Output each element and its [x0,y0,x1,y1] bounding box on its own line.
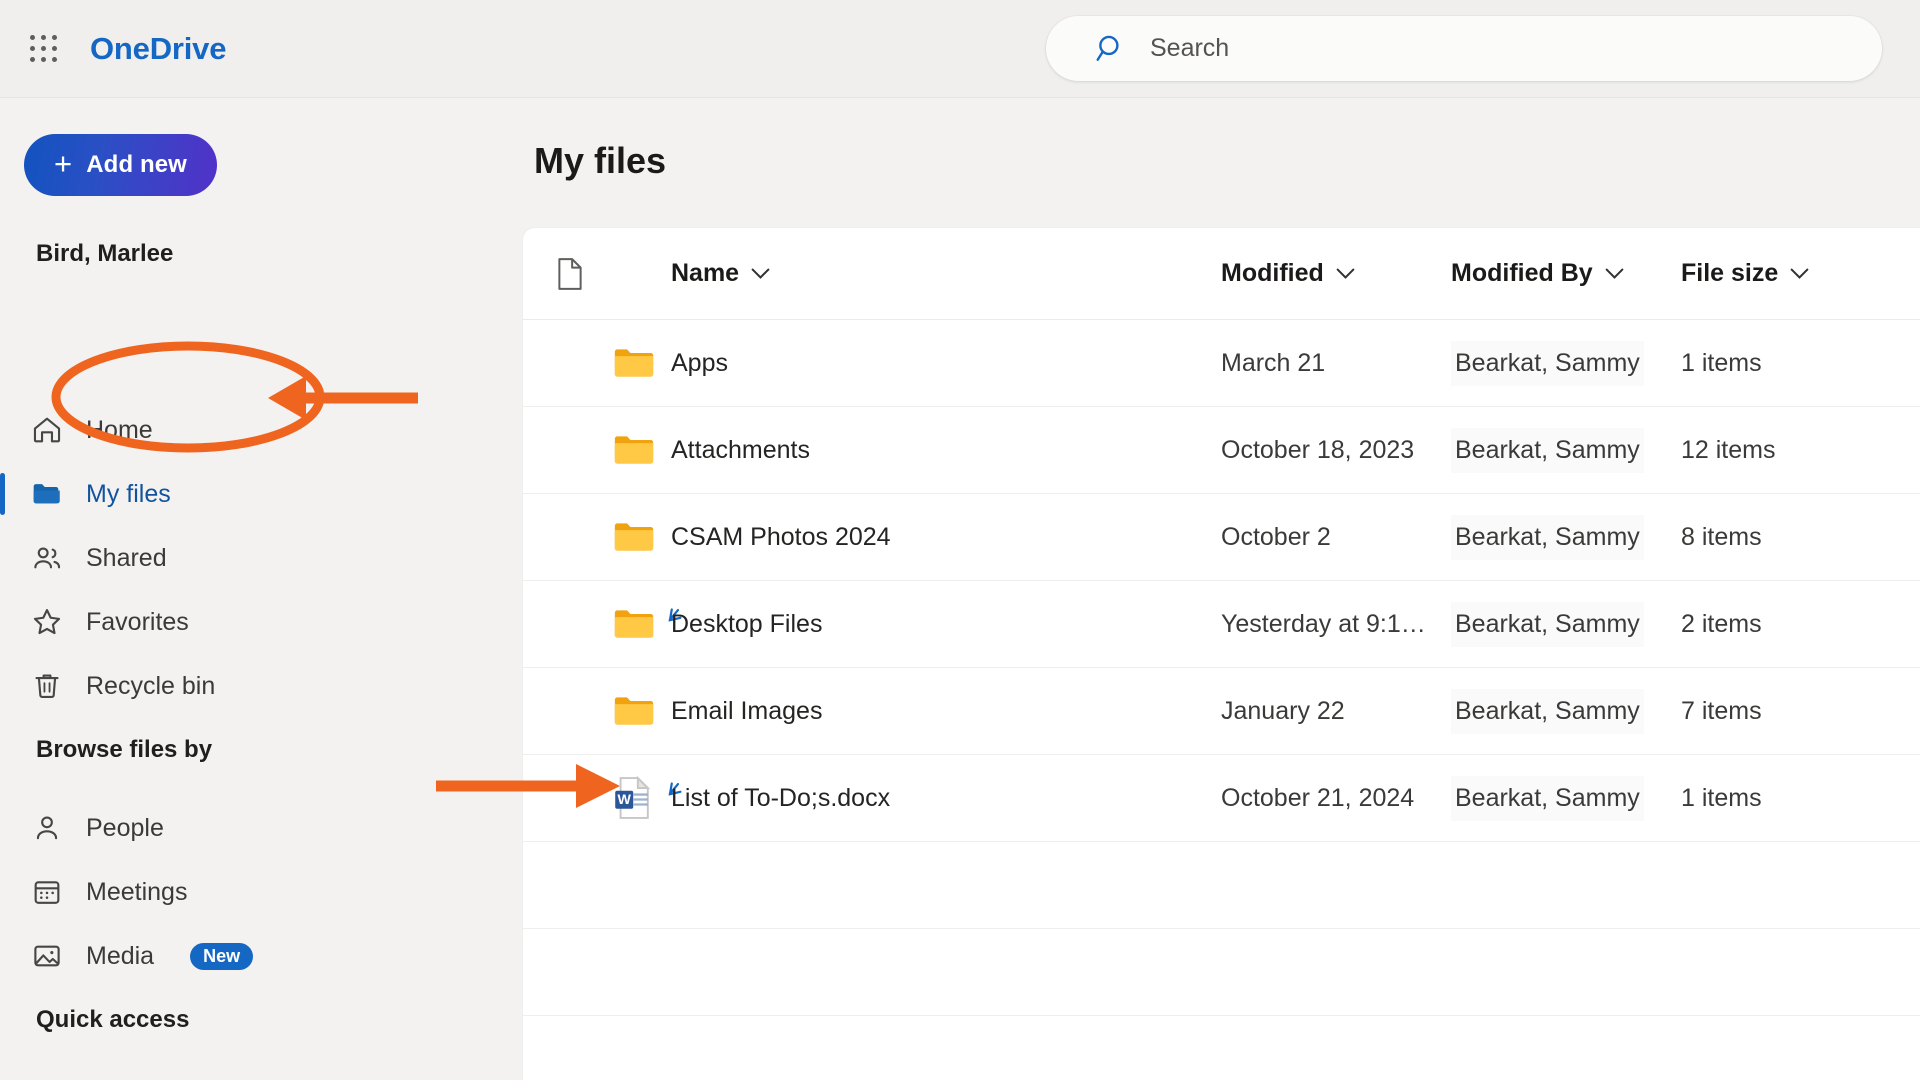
plus-icon: + [54,148,72,179]
app-launcher-icon[interactable] [22,27,66,71]
sidebar-item-label: Media [86,942,154,971]
table-row[interactable]: CSAM Photos 2024 October 2 Bearkat, Samm… [523,494,1920,581]
modified-date: January 22 [1221,697,1345,726]
file-size: 1 items [1681,349,1762,378]
file-name: Apps [671,349,728,378]
sidebar-item-home[interactable]: Home [30,402,450,458]
page-title: My files [534,140,666,182]
modified-date: October 21, 2024 [1221,784,1414,813]
sidebar-item-label: My files [86,480,171,509]
home-icon [30,413,64,447]
sidebar-item-label: People [86,814,164,843]
modified-by: Bearkat, Sammy [1451,602,1644,647]
sidebar-item-label: Meetings [86,878,187,907]
file-name: CSAM Photos 2024 [671,523,891,552]
file-size: 1 items [1681,784,1762,813]
sidebar-item-shared[interactable]: Shared [30,530,450,586]
modified-date: Yesterday at 9:1… [1221,610,1426,639]
modified-by: Bearkat, Sammy [1451,341,1644,386]
quick-access-item-sei-av-team[interactable]: SEI AV Team [30,1070,490,1080]
column-header-file-size[interactable]: File size [1681,259,1809,288]
browse-files-by-heading: Browse files by [36,736,212,764]
modified-date: October 18, 2023 [1221,436,1414,465]
sidebar-item-label: Favorites [86,608,189,637]
person-icon [30,811,64,845]
file-name: List of To-Do;s.docx [671,784,890,813]
sidebar-item-recycle-bin[interactable]: Recycle bin [30,658,450,714]
file-name: Email Images [671,697,822,726]
file-size: 7 items [1681,697,1762,726]
account-name: Bird, Marlee [36,240,173,268]
sidebar-item-my-files[interactable]: My files [30,466,450,522]
table-row[interactable]: Desktop Files Yesterday at 9:1… Bearkat,… [523,581,1920,668]
folder-icon [611,340,657,386]
sidebar-item-people[interactable]: People [30,800,450,856]
chevron-down-icon [751,268,770,279]
table-row[interactable]: Attachments October 18, 2023 Bearkat, Sa… [523,407,1920,494]
table-row-placeholder [523,1016,1920,1080]
chevron-down-icon [1605,268,1624,279]
modified-by: Bearkat, Sammy [1451,776,1644,821]
file-size: 8 items [1681,523,1762,552]
column-header-modified-by[interactable]: Modified By [1451,259,1624,288]
image-icon [30,939,64,973]
file-name: Desktop Files [671,610,822,639]
chevron-down-icon [1790,268,1809,279]
column-label: Name [671,259,739,288]
quick-access-heading: Quick access [36,1006,189,1034]
modified-date: March 21 [1221,349,1325,378]
file-name: Attachments [671,436,810,465]
word-icon: W [611,775,657,821]
search-icon [1094,32,1128,66]
folder-icon [611,688,657,734]
folder-icon [611,601,657,647]
calendar-icon [30,875,64,909]
trash-icon [30,669,64,703]
sidebar-item-media[interactable]: Media New [30,928,450,984]
add-new-label: Add new [86,151,187,179]
media-new-badge: New [190,943,253,970]
table-row-placeholder [523,929,1920,1016]
file-list-panel: Name Modified Modified By File size [523,228,1920,1080]
sidebar-item-label: Recycle bin [86,672,215,701]
column-label: Modified By [1451,259,1593,288]
column-label: File size [1681,259,1778,288]
table-header-row: Name Modified Modified By File size [523,228,1920,320]
people-icon [30,541,64,575]
document-icon [555,257,585,291]
search-input[interactable] [1150,34,1790,63]
brand-onedrive[interactable]: OneDrive [90,31,226,67]
star-icon [30,605,64,639]
sidebar-item-meetings[interactable]: Meetings [30,864,450,920]
file-size: 12 items [1681,436,1775,465]
folder-icon [611,514,657,560]
sidebar-item-label: Home [86,416,153,445]
file-size: 2 items [1681,610,1762,639]
table-row-placeholder [523,842,1920,929]
modified-by: Bearkat, Sammy [1451,689,1644,734]
folder-icon [611,427,657,473]
table-row[interactable]: Email Images January 22 Bearkat, Sammy 7… [523,668,1920,755]
sidebar-item-favorites[interactable]: Favorites [30,594,450,650]
column-header-modified[interactable]: Modified [1221,259,1355,288]
chevron-down-icon [1336,268,1355,279]
svg-text:W: W [618,792,632,808]
column-label: Modified [1221,259,1324,288]
sidebar-item-label: Shared [86,544,167,573]
table-row[interactable]: Apps March 21 Bearkat, Sammy 1 items [523,320,1920,407]
folder-icon [30,477,64,511]
modified-date: October 2 [1221,523,1331,552]
add-new-button[interactable]: + Add new [24,134,217,196]
search-box[interactable] [1046,16,1882,81]
sidebar: + Add new Bird, Marlee Home My files [0,98,524,1080]
table-row[interactable]: W List of To-Do;s.docx October 21, 2024 … [523,755,1920,842]
modified-by: Bearkat, Sammy [1451,515,1644,560]
column-header-name[interactable]: Name [671,259,770,288]
selection-indicator [0,473,5,515]
modified-by: Bearkat, Sammy [1451,428,1644,473]
